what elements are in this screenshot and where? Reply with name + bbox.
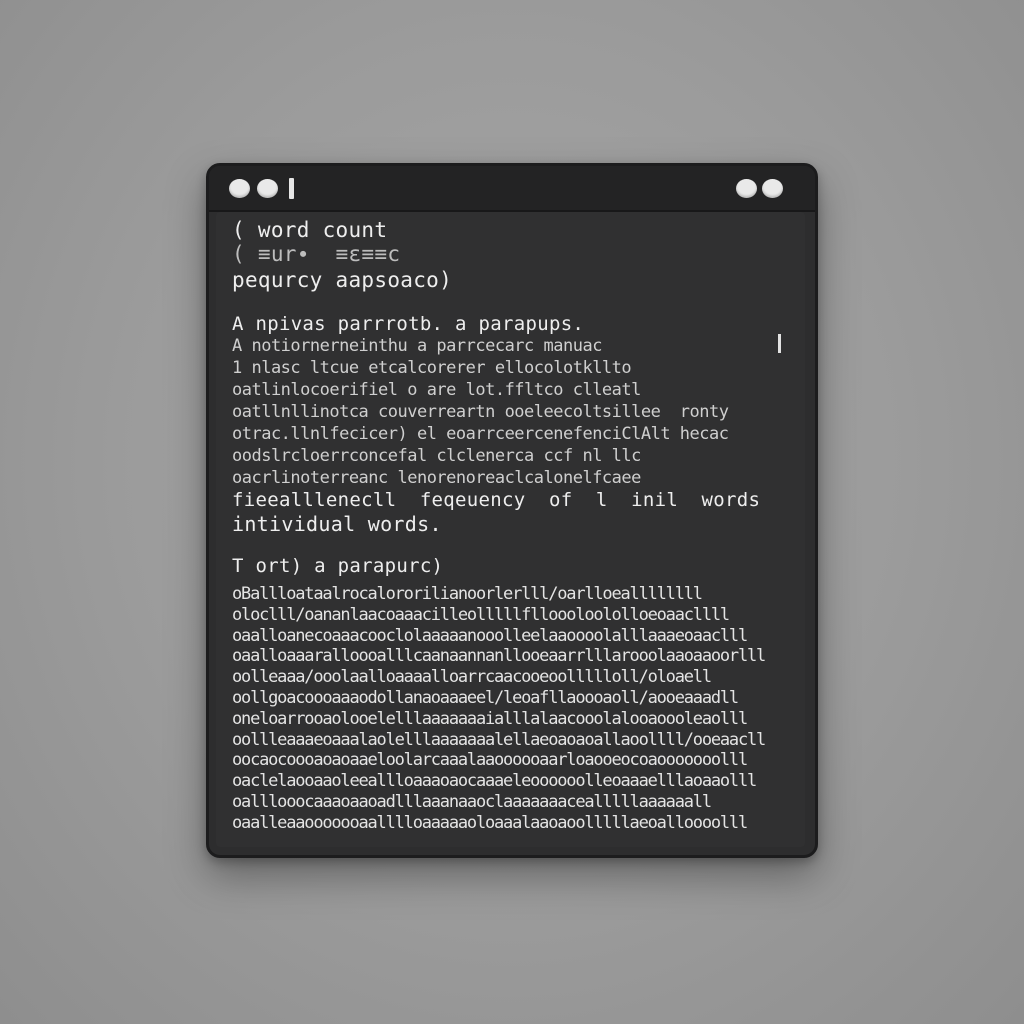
text-caret xyxy=(778,334,781,353)
header-line: ( ≡ur∙ ≡ɛ≡≡c xyxy=(232,242,401,266)
paragraph-line: oollgoacoooaaaodollanaoaaaeel/leoafllaoo… xyxy=(232,688,739,708)
paragraph-line: oollleaaaeoaaalaolelllaaaaaaalellaeoaoao… xyxy=(232,729,766,750)
paragraph-line: oocaocoooaoaoaaeloolarcaaalaaoooooaarloa… xyxy=(232,750,748,771)
intro-line: oatlinlocoerifiel o are lot.ffltco cllea… xyxy=(232,380,641,400)
app-window: ( word count ( ≡ur∙ ≡ɛ≡≡c pequrcy aapsoa… xyxy=(206,163,818,858)
paragraph-line: oalllooocaaaoaaoadlllaaanaaoclaaaaaaacea… xyxy=(232,792,712,812)
header-line: ( word count xyxy=(232,218,388,242)
header-line: pequrcy aapsoaco) xyxy=(232,268,453,292)
paragraph-line: oaclelaooaaoleeallloaaaoaocaaaeleooooool… xyxy=(232,771,757,792)
text-editor-content[interactable]: ( word count ( ≡ur∙ ≡ɛ≡≡c pequrcy aapsoa… xyxy=(216,212,805,847)
paragraph-line: oaalloanecoaaacooclolaaaaanooolleelaaooo… xyxy=(232,625,748,646)
intro-line: A notiornerneinthu a parrcecarc manuac xyxy=(232,336,602,356)
intro-line: oacrlinoterreanc lenorenoreaclcalonelfca… xyxy=(232,468,641,488)
paragraph-line: oloclll/oananlaacoaaacilleolllllfllooolo… xyxy=(232,604,730,625)
window-control-dot[interactable] xyxy=(762,179,783,198)
intro-line: fieealllenecll feqeuency of l inil words xyxy=(232,489,761,511)
title-bar xyxy=(209,166,815,212)
paragraph-line: oneloarrooaolooelelllaaaaaaaialllalaacoo… xyxy=(232,708,748,729)
window-control-dot[interactable] xyxy=(257,179,278,198)
paragraph-line: oaalloaaaralloooalllcaanaannanllooeaarrl… xyxy=(232,646,766,667)
desktop-background: { "window": { "title_dots": ["traffic-do… xyxy=(0,0,1024,1024)
intro-line: oatllnllinotca couverreartn ooeleecoltsi… xyxy=(232,402,729,422)
section-heading: T ort) a parapurc) xyxy=(232,555,444,577)
window-control-dot[interactable] xyxy=(229,179,250,198)
paragraph-line: oaalleaaooooooaalllloaaaaaoloaaalaaoaool… xyxy=(232,812,748,833)
intro-line: 1 nlasc ltcue etcalcorerer ellocolotkllt… xyxy=(232,358,632,378)
intro-line: A npivas parrrotb. a parapups. xyxy=(232,313,585,335)
paragraph-line: oolleaaa/ooolaalloaaaalloarrcaacooeoolll… xyxy=(232,667,712,688)
window-control-dot[interactable] xyxy=(736,179,757,198)
intro-line: intividual words. xyxy=(232,512,442,536)
intro-line: otrac.llnlfecicer) el eoarrceercenefenci… xyxy=(232,424,729,444)
titlebar-glyph xyxy=(289,178,294,199)
paragraph-line: oBallloataalrocalororilianoorlerlll/oarl… xyxy=(232,584,703,604)
intro-line: oodslrcloerrconcefal clclenerca ccf nl l… xyxy=(232,446,641,466)
